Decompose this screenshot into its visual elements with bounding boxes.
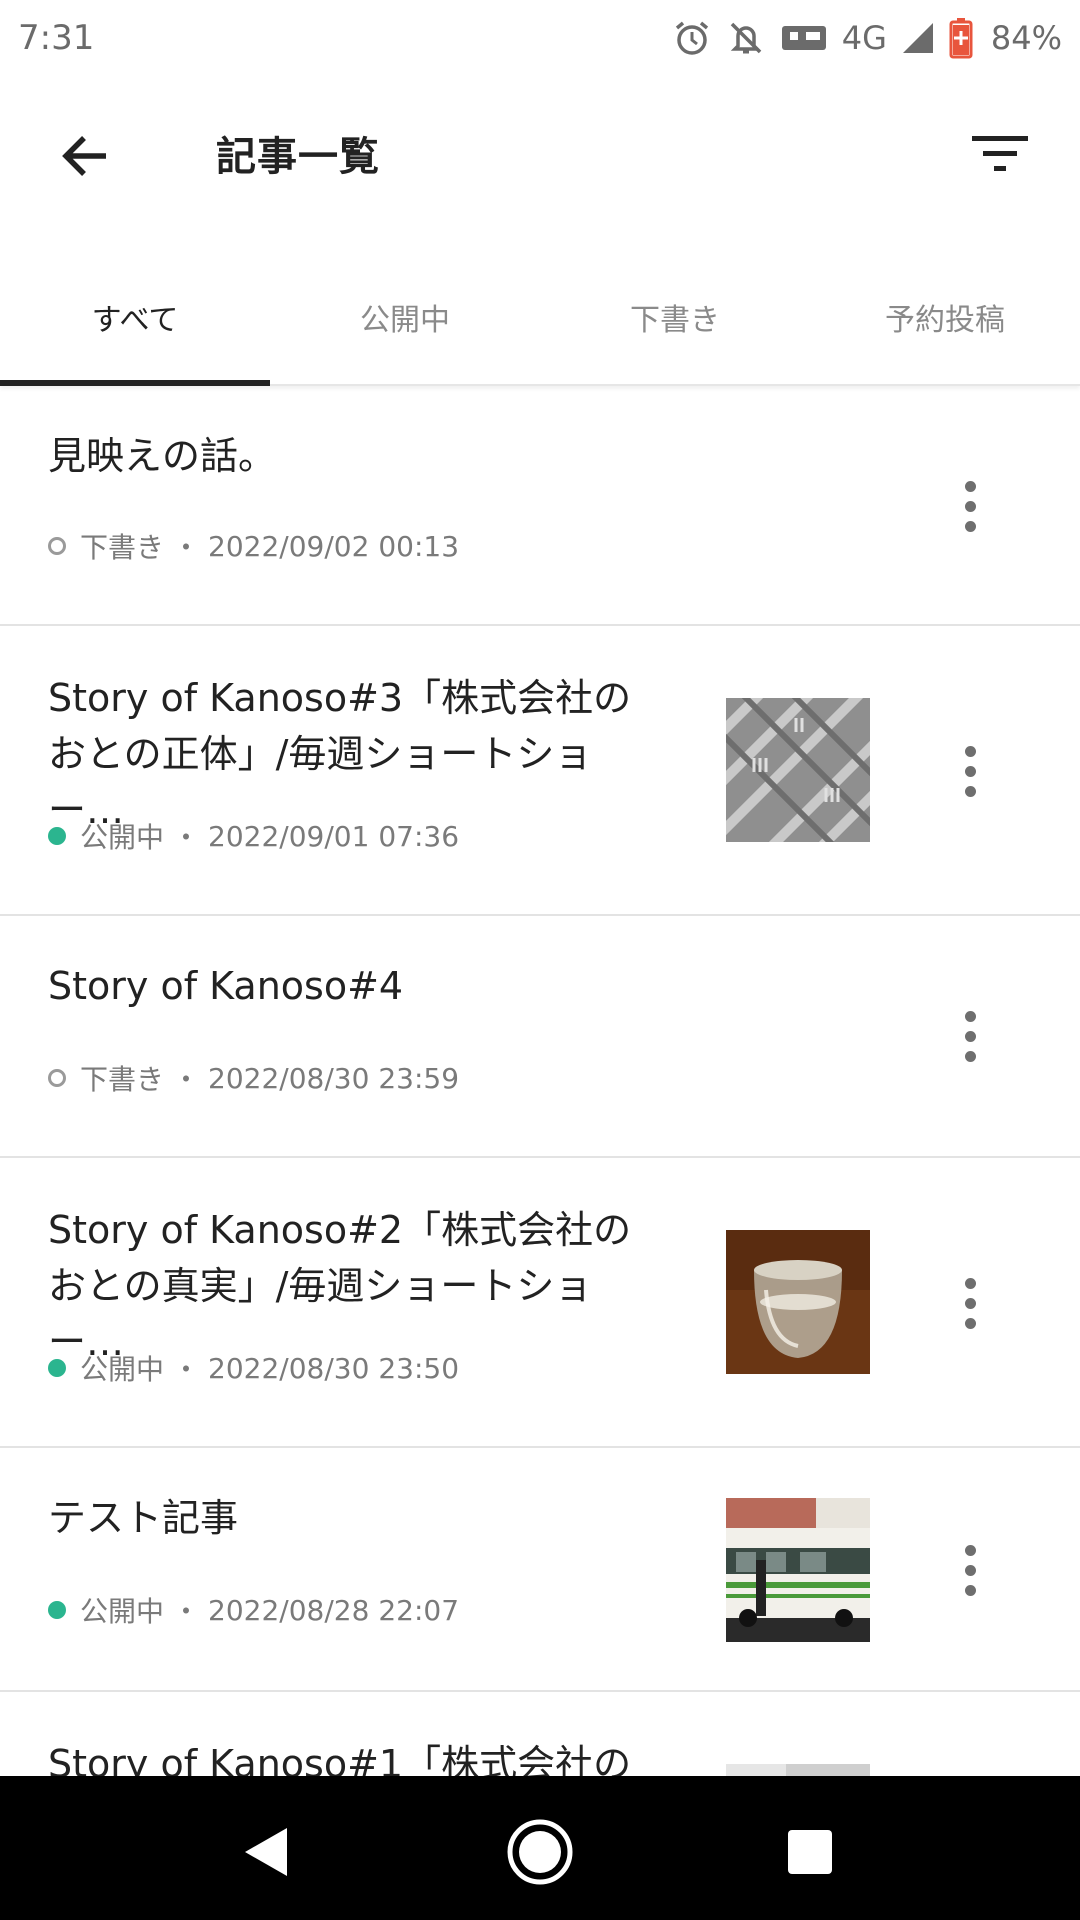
nav-back-button[interactable] — [226, 1812, 306, 1892]
tab-label: すべて — [91, 303, 179, 338]
back-button[interactable] — [46, 116, 126, 196]
article-title: Story of Kanoso#3「株式会社のおとの正体」/毎週ショートショー… — [48, 676, 632, 832]
tab-label: 下書き — [630, 303, 720, 338]
article-status: 下書き — [80, 531, 165, 564]
article-item[interactable]: Story of Kanoso#1「株式会社のお — [0, 1692, 1080, 1776]
more-options-button[interactable] — [930, 1520, 1010, 1620]
published-status-icon — [48, 827, 66, 845]
article-list: 見映えの話。 下書き ・ 2022/09/02 00:13 Story of K… — [0, 386, 1080, 1776]
data-transfer-icon — [780, 18, 828, 58]
draft-status-icon — [48, 1069, 66, 1087]
article-title: Story of Kanoso#1「株式会社のお — [48, 1742, 632, 1776]
dot — [964, 1544, 976, 1556]
article-datetime: 2022/08/30 23:50 — [208, 1351, 460, 1385]
system-navigation-bar — [0, 1776, 1080, 1920]
article-thumbnail — [726, 1498, 870, 1642]
page-title: 記事一覧 — [216, 134, 380, 180]
published-status-icon — [48, 1359, 66, 1377]
dot — [964, 745, 976, 757]
article-item[interactable]: Story of Kanoso#2「株式会社のおとの真実」/毎週ショートショー…… — [0, 1158, 1080, 1448]
battery-icon — [949, 17, 973, 59]
article-item[interactable]: Story of Kanoso#4 下書き ・ 2022/08/30 23:59 — [0, 916, 1080, 1158]
more-options-button[interactable] — [930, 456, 1010, 556]
published-status-icon — [48, 1601, 66, 1619]
signal-icon — [901, 21, 935, 55]
dot — [964, 1584, 976, 1596]
nav-recents-icon — [788, 1830, 832, 1874]
arrow-left-icon — [62, 136, 106, 176]
dot — [964, 1297, 976, 1309]
article-meta: 公開中 ・ 2022/09/01 07:36 — [48, 816, 459, 856]
article-item[interactable]: テスト記事 公開中 ・ 2022/08/28 22:07 — [0, 1448, 1080, 1692]
dot — [964, 500, 976, 512]
article-datetime: 2022/08/30 23:59 — [208, 1061, 460, 1095]
meta-separator: ・ — [172, 821, 201, 854]
tab-scheduled[interactable]: 予約投稿 — [810, 250, 1080, 384]
article-title: 見映えの話。 — [48, 434, 277, 478]
article-item[interactable]: 見映えの話。 下書き ・ 2022/09/02 00:13 — [0, 386, 1080, 626]
network-type: 4G — [841, 19, 887, 57]
status-time: 7:31 — [18, 18, 95, 58]
article-status: 公開中 — [80, 1353, 165, 1386]
nav-home-icon — [507, 1819, 573, 1885]
dot — [964, 785, 976, 797]
tab-label: 公開中 — [360, 303, 450, 338]
dot — [964, 1277, 976, 1289]
meta-separator: ・ — [172, 1063, 201, 1096]
meta-separator: ・ — [172, 1595, 201, 1628]
nav-recents-button[interactable] — [770, 1812, 850, 1892]
article-meta: 下書き ・ 2022/09/02 00:13 — [48, 526, 459, 566]
battery-percent: 84% — [990, 19, 1062, 57]
tab-label: 予約投稿 — [885, 303, 1005, 338]
more-options-button[interactable] — [930, 986, 1010, 1086]
article-title: テスト記事 — [48, 1496, 239, 1540]
article-title: Story of Kanoso#2「株式会社のおとの真実」/毎週ショートショー… — [48, 1208, 632, 1364]
article-thumbnail — [726, 1764, 870, 1776]
draft-status-icon — [48, 537, 66, 555]
notifications-off-icon — [726, 18, 766, 58]
article-thumbnail — [726, 698, 870, 842]
dot — [964, 1317, 976, 1329]
article-status: 下書き — [80, 1063, 165, 1096]
article-datetime: 2022/09/02 00:13 — [208, 529, 460, 563]
article-meta: 公開中 ・ 2022/08/28 22:07 — [48, 1590, 459, 1630]
dot — [964, 480, 976, 492]
nav-home-button[interactable] — [500, 1812, 580, 1892]
dot — [964, 1050, 976, 1062]
status-bar: 7:31 4G 84% — [0, 0, 1080, 76]
app-bar: 記事一覧 — [0, 76, 1080, 236]
filter-icon — [972, 136, 1028, 171]
dot — [964, 1010, 976, 1022]
article-thumbnail — [726, 1230, 870, 1374]
tab-all[interactable]: すべて — [0, 250, 270, 386]
more-options-button[interactable] — [930, 721, 1010, 821]
article-title: Story of Kanoso#4 — [48, 964, 404, 1008]
article-item[interactable]: Story of Kanoso#3「株式会社のおとの正体」/毎週ショートショー…… — [0, 626, 1080, 916]
article-datetime: 2022/09/01 07:36 — [208, 819, 460, 853]
article-status: 公開中 — [80, 1595, 165, 1628]
meta-separator: ・ — [172, 1353, 201, 1386]
status-icons: 4G 84% — [672, 17, 1062, 59]
article-meta: 公開中 ・ 2022/08/30 23:50 — [48, 1348, 459, 1388]
dot — [964, 1564, 976, 1576]
alarm-icon — [672, 18, 712, 58]
filter-button[interactable] — [960, 114, 1040, 194]
article-tabs: すべて 公開中 下書き 予約投稿 — [0, 250, 1080, 386]
article-datetime: 2022/08/28 22:07 — [208, 1593, 460, 1627]
dot — [964, 1030, 976, 1042]
dot — [964, 765, 976, 777]
nav-back-icon — [245, 1828, 287, 1876]
meta-separator: ・ — [172, 531, 201, 564]
article-status: 公開中 — [80, 821, 165, 854]
dot — [964, 520, 976, 532]
tab-drafts[interactable]: 下書き — [540, 250, 810, 384]
more-options-button[interactable] — [930, 1253, 1010, 1353]
tab-published[interactable]: 公開中 — [270, 250, 540, 384]
article-meta: 下書き ・ 2022/08/30 23:59 — [48, 1058, 459, 1098]
